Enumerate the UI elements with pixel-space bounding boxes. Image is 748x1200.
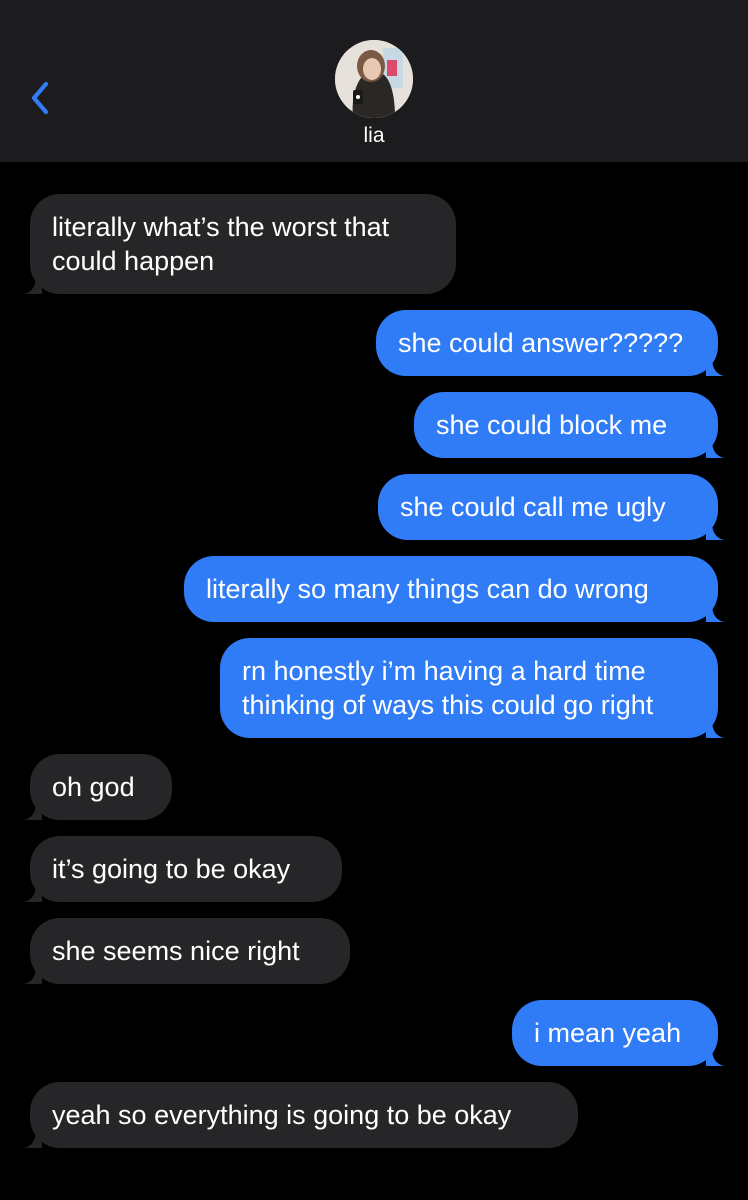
bubble-tail-icon [706, 1048, 724, 1066]
message-bubble-incoming[interactable]: she seems nice right [24, 918, 350, 984]
conversation-header: lia [0, 0, 748, 162]
message-text-line: i mean yeah [534, 1018, 682, 1048]
message-thread[interactable]: literally what’s the worst that could ha… [0, 162, 748, 1200]
message-bubble-outgoing[interactable]: rn honestly i’m having a hard time think… [220, 638, 724, 738]
message-text-line: literally so many things can do wrong [206, 574, 649, 604]
message-text-line: she could block me [436, 410, 668, 440]
bubble-tail-icon [24, 802, 42, 820]
message-bubble-outgoing[interactable]: i mean yeah [512, 1000, 724, 1066]
message-bubble-incoming[interactable]: oh god [24, 754, 172, 820]
message-bubble-incoming[interactable]: yeah so everything is going to be okay [24, 1082, 578, 1148]
message-bubble-incoming[interactable]: literally what’s the worst that could ha… [24, 194, 456, 294]
message-text-line: she could answer????? [398, 328, 684, 358]
bubble-tail-icon [706, 522, 724, 540]
message-text-line: she seems nice right [52, 936, 300, 966]
message-text-line: she could call me ugly [400, 492, 666, 522]
back-button[interactable] [22, 74, 62, 122]
message-text-line: rn honestly i’m having a hard time [242, 656, 646, 686]
message-bubble-incoming[interactable]: it’s going to be okay [24, 836, 342, 902]
bubble-tail-icon [24, 1130, 42, 1148]
message-bubble-outgoing[interactable]: she could answer????? [376, 310, 724, 376]
message-text-line: it’s going to be okay [52, 854, 291, 884]
message-text-line: oh god [52, 772, 135, 802]
contact-photo [335, 40, 413, 118]
bubble-tail-icon [24, 884, 42, 902]
bubble-tail-icon [706, 604, 724, 622]
chevron-left-icon [31, 81, 49, 115]
message-text-line: literally what’s the worst that [52, 212, 390, 242]
message-bubble-outgoing[interactable]: literally so many things can do wrong [184, 556, 724, 622]
message-text-line: thinking of ways this could go right [242, 690, 654, 720]
message-bubble-outgoing[interactable]: she could block me [414, 392, 724, 458]
bubble-tail-icon [706, 358, 724, 376]
message-text-line: yeah so everything is going to be okay [52, 1100, 512, 1130]
message-bubble-outgoing[interactable]: she could call me ugly [378, 474, 724, 540]
bubble-tail-icon [706, 440, 724, 458]
bubble-tail-icon [24, 276, 42, 294]
message-text-line: could happen [52, 246, 215, 276]
avatar[interactable] [335, 40, 413, 118]
bubble-tail-icon [706, 720, 724, 738]
contact-name[interactable]: lia [0, 124, 748, 148]
bubble-tail-icon [24, 966, 42, 984]
